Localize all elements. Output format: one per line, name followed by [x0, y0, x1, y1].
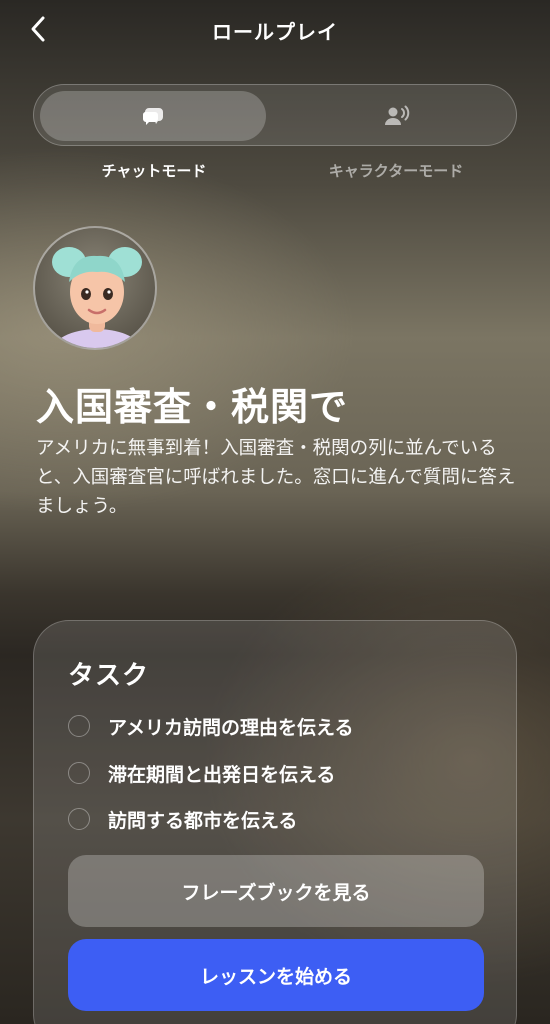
task-card: タスク アメリカ訪問の理由を伝える 滞在期間と出発日を伝える 訪問する都市を伝え… — [33, 620, 517, 1024]
avatar — [33, 226, 157, 350]
tab-character-mode[interactable] — [284, 91, 510, 141]
scenario-description: アメリカに無事到着！入国審査・税関の列に並んでいると、入国審査官に呼ばれました。… — [36, 438, 516, 517]
chat-mode-label[interactable]: チャットモード — [33, 160, 275, 181]
chat-bubbles-icon — [142, 108, 163, 125]
task-item: アメリカ訪問の理由を伝える — [68, 712, 353, 740]
task-item: 訪問する都市を伝える — [68, 805, 297, 833]
task-heading: タスク — [68, 661, 150, 691]
scenario-title: 入国審査・税関で — [36, 385, 349, 429]
task-item: 滞在期間と出発日を伝える — [68, 759, 335, 787]
task-label: アメリカ訪問の理由を伝える — [108, 716, 354, 739]
mode-toggle — [33, 84, 517, 146]
task-label: 訪問する都市を伝える — [108, 809, 298, 832]
task-label: 滞在期間と出発日を伝える — [108, 763, 336, 786]
phrasebook-button[interactable]: フレーズブックを見る — [68, 855, 484, 927]
header: ロールプレイ — [0, 0, 550, 58]
page-title: ロールプレイ — [212, 20, 338, 44]
speaking-person-icon — [385, 105, 410, 125]
task-checkbox — [68, 762, 90, 784]
task-checkbox — [68, 715, 90, 737]
start-lesson-button[interactable]: レッスンを始める — [68, 939, 484, 1011]
character-mode-label[interactable]: キャラクターモード — [275, 160, 517, 181]
tab-chat-mode[interactable] — [40, 91, 266, 141]
task-checkbox — [68, 808, 90, 830]
